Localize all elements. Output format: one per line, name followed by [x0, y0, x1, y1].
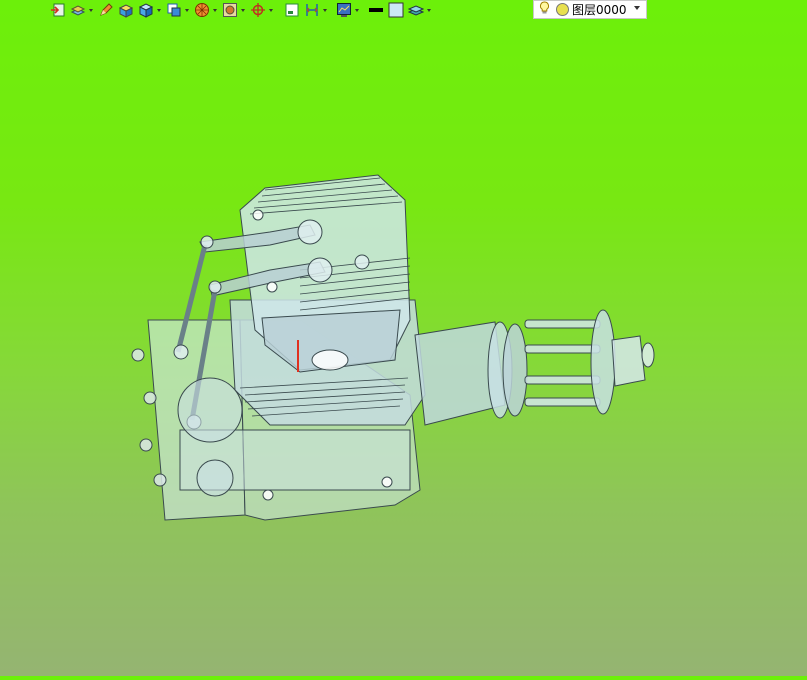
- layer-stack-button[interactable]: [408, 0, 432, 20]
- screen-button[interactable]: [336, 0, 360, 20]
- view-box-icon: [167, 3, 181, 17]
- import-icon: [51, 3, 65, 17]
- display-mode-button[interactable]: [222, 0, 246, 20]
- chevron-down-icon[interactable]: [155, 2, 162, 18]
- sheet-icon: [285, 3, 299, 17]
- lightbulb-icon[interactable]: [539, 1, 550, 18]
- 3d-viewport[interactable]: [0, 22, 807, 676]
- box-blue-button[interactable]: [138, 0, 162, 20]
- box-yellow-icon: [118, 4, 134, 18]
- layer-select[interactable]: 图层0000: [533, 0, 647, 19]
- chevron-down-icon[interactable]: [87, 2, 94, 18]
- layer-name: 图层0000: [572, 3, 627, 17]
- chevron-down-icon[interactable]: [267, 2, 274, 18]
- import-button[interactable]: [50, 0, 66, 20]
- crosshair-icon: [251, 3, 265, 17]
- chevron-down-icon[interactable]: [239, 2, 246, 18]
- sheet-button[interactable]: [284, 0, 300, 20]
- dimension-button[interactable]: [304, 0, 328, 20]
- pen-button[interactable]: [98, 0, 114, 20]
- box-yellow-button[interactable]: [118, 0, 134, 20]
- screen-icon: [337, 3, 351, 17]
- chevron-down-icon[interactable]: [353, 2, 360, 18]
- line-color-button[interactable]: [368, 0, 384, 20]
- display-mode-icon: [223, 3, 237, 17]
- fill-color-icon: [388, 2, 404, 18]
- line-color-icon: [369, 8, 383, 12]
- engine-model: [131, 174, 655, 521]
- chevron-down-icon[interactable]: [211, 2, 218, 18]
- layers-icon: [70, 5, 86, 16]
- pen-icon: [100, 3, 113, 16]
- fill-color-button[interactable]: [388, 0, 404, 20]
- render-ball-button[interactable]: [194, 0, 218, 20]
- dimension-icon: [306, 4, 318, 16]
- chevron-down-icon[interactable]: [183, 2, 190, 18]
- layer-stack-icon: [408, 5, 424, 16]
- crosshair-button[interactable]: [250, 0, 274, 20]
- chevron-down-icon[interactable]: [425, 2, 432, 18]
- render-ball-icon: [195, 3, 209, 17]
- view-box-button[interactable]: [166, 0, 190, 20]
- box-blue-icon: [138, 3, 154, 18]
- layer-color-dot: [556, 3, 569, 16]
- layers-button[interactable]: [70, 0, 94, 20]
- chevron-down-icon[interactable]: [634, 6, 640, 10]
- chevron-down-icon[interactable]: [321, 2, 328, 18]
